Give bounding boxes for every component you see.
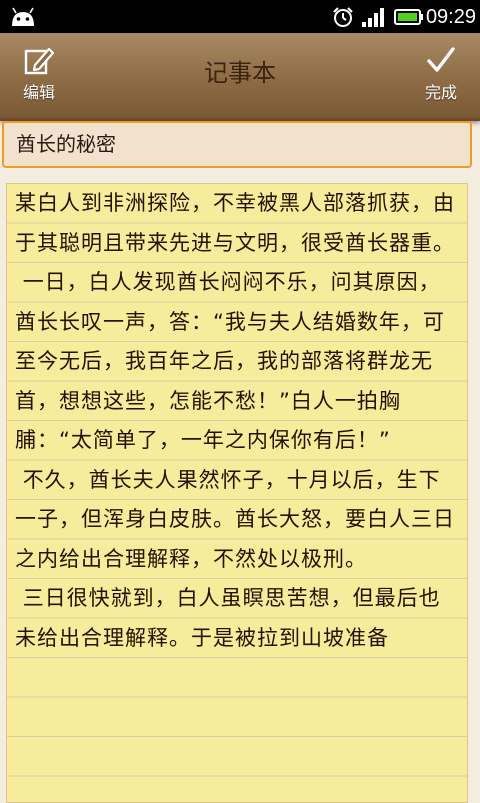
android-icon [12, 7, 34, 26]
checkmark-icon [427, 47, 455, 72]
note-body-text: 某白人到非洲探险，不幸被黑人部落抓获，由于其聪明且带来先进与文明，很受酋长器重。… [7, 184, 467, 802]
page-title: 记事本 [204, 59, 276, 87]
app-header: 编辑 记事本 完成 [0, 33, 480, 121]
done-button[interactable]: 完成 [410, 45, 472, 107]
alarm-icon [333, 7, 353, 27]
clock-time: 09:29 [425, 6, 476, 28]
battery-icon [394, 9, 423, 25]
done-button-label: 完成 [424, 83, 457, 102]
note-title-input[interactable]: 酋长的秘密 [2, 121, 472, 168]
note-body-textarea[interactable]: 某白人到非洲探险，不幸被黑人部落抓获，由于其聪明且带来先进与文明，很受酋长器重。… [6, 183, 468, 803]
status-bar: 09:29 [0, 0, 480, 33]
signal-icon [362, 8, 384, 27]
